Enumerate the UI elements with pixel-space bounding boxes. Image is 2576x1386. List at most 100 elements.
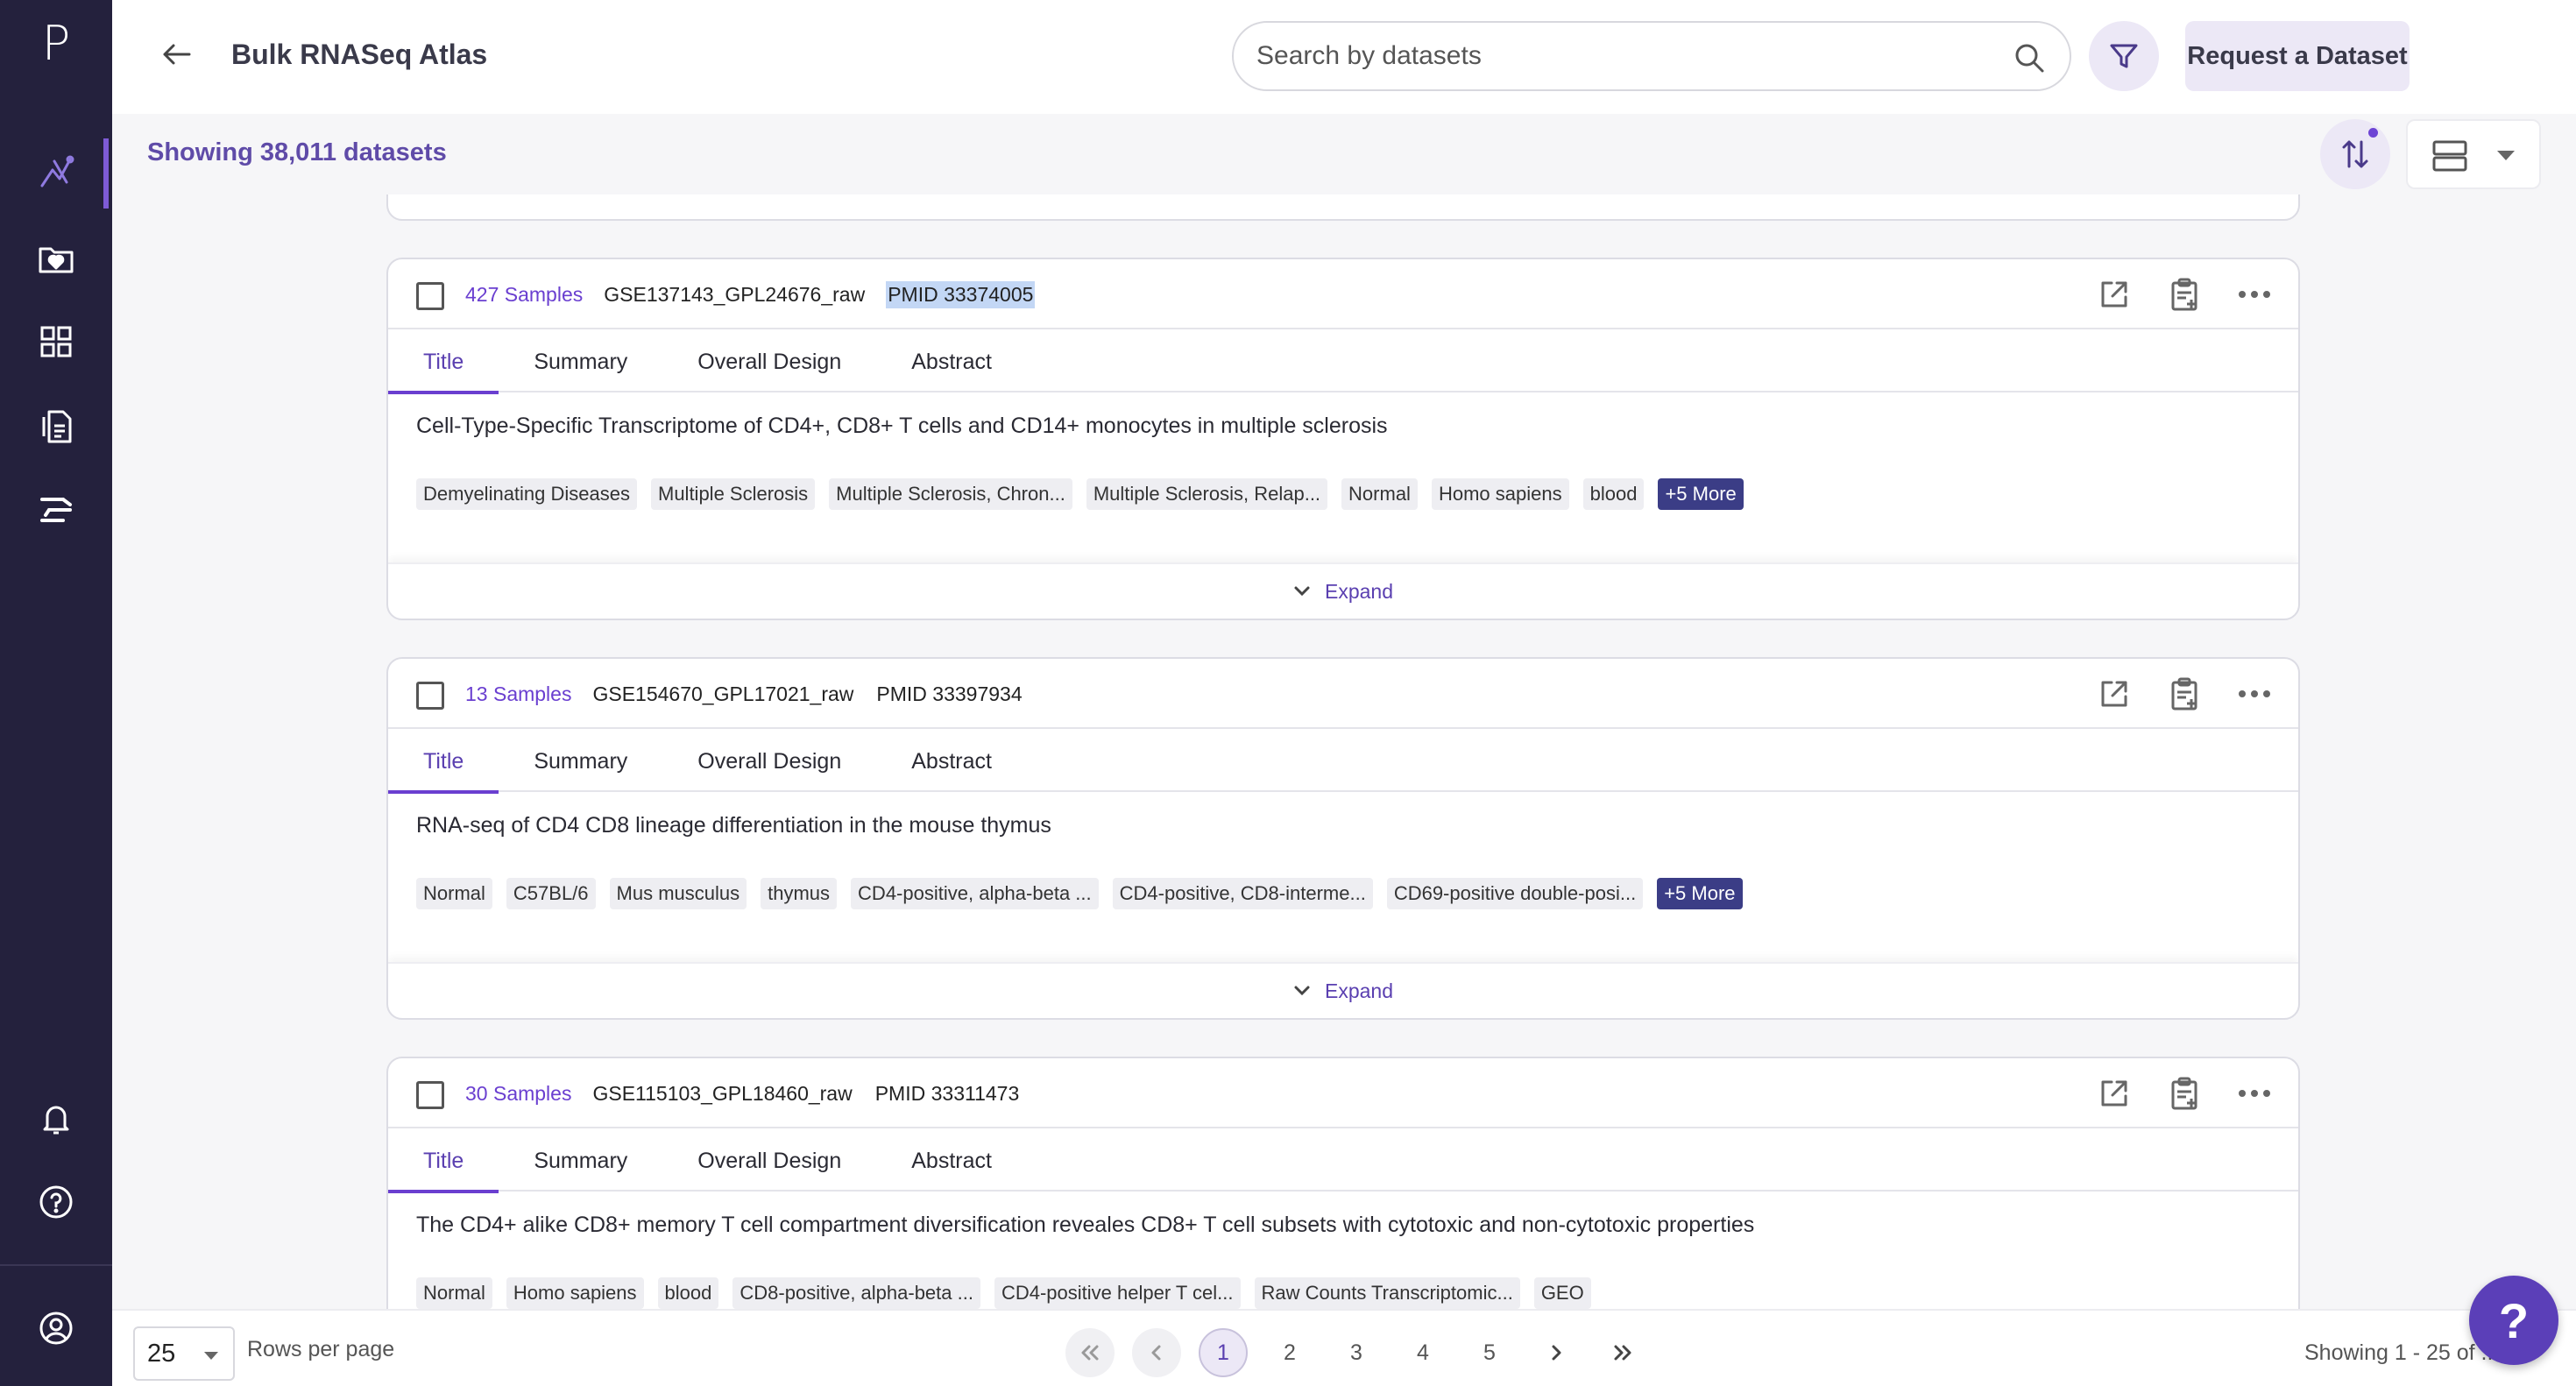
- tag[interactable]: Multiple Sclerosis, Chron...: [829, 478, 1072, 510]
- app-logo[interactable]: P: [0, 18, 112, 70]
- tab-summary[interactable]: Summary: [499, 731, 662, 792]
- pipeline-icon[interactable]: [30, 145, 82, 198]
- more-tags-button[interactable]: +5 More: [1657, 878, 1743, 909]
- expand-button[interactable]: Expand: [388, 962, 2298, 1018]
- active-nav-indicator: [103, 138, 109, 209]
- tab-summary[interactable]: Summary: [499, 1130, 662, 1192]
- tag[interactable]: blood: [1582, 478, 1645, 510]
- tag[interactable]: CD4-positive helper T cel...: [994, 1277, 1241, 1309]
- help-fab-button[interactable]: ?: [2469, 1276, 2558, 1365]
- first-page-icon[interactable]: [1065, 1328, 1115, 1377]
- tag[interactable]: Mus musculus: [609, 878, 747, 909]
- open-external-icon[interactable]: [2095, 1074, 2134, 1113]
- tab-overall-design[interactable]: Overall Design: [662, 731, 876, 792]
- dataset-title: Cell-Type-Specific Transcriptome of CD4+…: [416, 414, 1388, 438]
- tag[interactable]: CD69-positive double-posi...: [1386, 878, 1644, 909]
- last-page-icon[interactable]: [1598, 1328, 1647, 1377]
- heart-folder-icon[interactable]: [30, 233, 82, 286]
- tab-abstract[interactable]: Abstract: [876, 331, 1027, 392]
- add-to-clipboard-icon[interactable]: [2165, 275, 2204, 314]
- header: Bulk RNASeq Atlas Request a Dataset Show…: [112, 0, 2576, 189]
- tag[interactable]: Demyelinating Diseases: [416, 478, 637, 510]
- tag[interactable]: Multiple Sclerosis: [651, 478, 816, 510]
- page-3[interactable]: 3: [1332, 1328, 1381, 1377]
- card-meta: 13 Samples GSE154670_GPL17021_raw PMID 3…: [465, 659, 1024, 729]
- tag-list: Normal Homo sapiens blood CD8-positive, …: [416, 1277, 1591, 1309]
- page-1[interactable]: 1: [1199, 1328, 1248, 1377]
- tag[interactable]: Multiple Sclerosis, Relap...: [1086, 478, 1328, 510]
- select-checkbox[interactable]: [416, 682, 444, 710]
- tag[interactable]: Homo sapiens: [1431, 478, 1569, 510]
- select-checkbox[interactable]: [416, 282, 444, 310]
- back-arrow-icon[interactable]: [158, 35, 196, 74]
- select-checkbox[interactable]: [416, 1081, 444, 1109]
- add-to-clipboard-icon[interactable]: [2165, 675, 2204, 713]
- next-page-icon[interactable]: [1532, 1328, 1581, 1377]
- chevron-down-icon: [204, 1352, 218, 1360]
- tag[interactable]: Normal: [416, 878, 492, 909]
- samples-link[interactable]: 13 Samples: [465, 682, 571, 706]
- workflow-icon[interactable]: [30, 484, 82, 536]
- tag[interactable]: Normal: [1341, 478, 1418, 510]
- pmid: PMID 33374005: [886, 280, 1036, 308]
- search-box: [1232, 21, 2071, 91]
- filter-button[interactable]: [2089, 21, 2159, 91]
- pmid: PMID 33311473: [874, 1081, 1020, 1105]
- card-header: 30 Samples GSE115103_GPL18460_raw PMID 3…: [388, 1058, 2298, 1128]
- more-options-icon[interactable]: [2235, 675, 2274, 713]
- samples-link[interactable]: 427 Samples: [465, 283, 583, 307]
- tab-abstract[interactable]: Abstract: [876, 1130, 1027, 1192]
- chevron-down-icon: [2497, 151, 2515, 160]
- expand-label: Expand: [1324, 979, 1393, 1002]
- open-external-icon[interactable]: [2095, 275, 2134, 314]
- more-tags-button[interactable]: +5 More: [1658, 478, 1744, 510]
- page-5[interactable]: 5: [1465, 1328, 1514, 1377]
- tag[interactable]: Raw Counts Transcriptomic...: [1254, 1277, 1520, 1309]
- dataset-list: 427 Samples GSE137143_GPL24676_raw PMID …: [112, 194, 2576, 1309]
- prev-page-icon[interactable]: [1132, 1328, 1181, 1377]
- tag[interactable]: Normal: [416, 1277, 492, 1309]
- sort-button[interactable]: [2320, 119, 2390, 189]
- view-toggle-dropdown[interactable]: [2406, 119, 2541, 189]
- filter-icon: [2110, 44, 2138, 68]
- tab-title[interactable]: Title: [388, 1130, 499, 1193]
- tab-title[interactable]: Title: [388, 731, 499, 794]
- rows-per-page-select[interactable]: 25: [133, 1326, 235, 1381]
- request-dataset-button[interactable]: Request a Dataset: [2185, 21, 2410, 91]
- tab-title[interactable]: Title: [388, 331, 499, 394]
- user-circle-icon[interactable]: [30, 1302, 82, 1354]
- add-to-clipboard-icon[interactable]: [2165, 1074, 2204, 1113]
- search-input[interactable]: [1256, 37, 1975, 75]
- more-options-icon[interactable]: [2235, 275, 2274, 314]
- tag[interactable]: CD4-positive, CD8-interme...: [1112, 878, 1373, 909]
- tag[interactable]: CD4-positive, alpha-beta ...: [851, 878, 1099, 909]
- tag[interactable]: Homo sapiens: [506, 1277, 644, 1309]
- page-2[interactable]: 2: [1265, 1328, 1314, 1377]
- expand-button[interactable]: Expand: [388, 562, 2298, 619]
- tag[interactable]: thymus: [761, 878, 838, 909]
- open-external-icon[interactable]: [2095, 675, 2134, 713]
- tab-summary[interactable]: Summary: [499, 331, 662, 392]
- files-icon[interactable]: [30, 400, 82, 452]
- card-meta: 427 Samples GSE137143_GPL24676_raw PMID …: [465, 259, 1036, 329]
- tab-overall-design[interactable]: Overall Design: [662, 331, 876, 392]
- tab-overall-design[interactable]: Overall Design: [662, 1130, 876, 1192]
- bell-icon[interactable]: [30, 1092, 82, 1144]
- tab-abstract[interactable]: Abstract: [876, 731, 1027, 792]
- more-options-icon[interactable]: [2235, 1074, 2274, 1113]
- samples-link[interactable]: 30 Samples: [465, 1082, 571, 1106]
- dataset-id: GSE115103_GPL18460_raw: [592, 1081, 853, 1105]
- rows-per-page-label: Rows per page: [247, 1337, 395, 1361]
- tag[interactable]: C57BL/6: [506, 878, 596, 909]
- sort-active-dot: [2368, 128, 2378, 138]
- card-header: 13 Samples GSE154670_GPL17021_raw PMID 3…: [388, 659, 2298, 729]
- tag[interactable]: GEO: [1533, 1277, 1591, 1309]
- grid-icon[interactable]: [30, 315, 82, 368]
- tag[interactable]: blood: [657, 1277, 719, 1309]
- sidebar-divider: [0, 1264, 112, 1266]
- tag[interactable]: CD8-positive, alpha-beta ...: [732, 1277, 980, 1309]
- search-icon[interactable]: [2012, 40, 2047, 75]
- chevron-down-icon: [1294, 986, 1310, 996]
- help-circle-icon[interactable]: [30, 1176, 82, 1228]
- page-4[interactable]: 4: [1398, 1328, 1447, 1377]
